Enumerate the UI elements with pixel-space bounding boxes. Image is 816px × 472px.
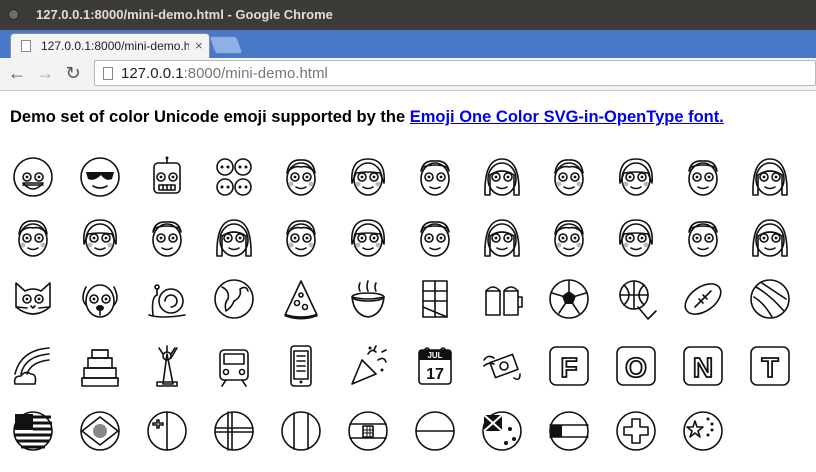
flag-br-icon (78, 409, 122, 453)
forward-button[interactable]: → (34, 62, 56, 84)
girl-icon (614, 155, 658, 199)
page-content: Demo set of color Unicode emoji supporte… (0, 91, 816, 472)
page-icon (103, 67, 113, 80)
girl-icon (346, 216, 390, 260)
rainbow-icon (11, 344, 55, 388)
woman-icon (748, 216, 792, 260)
svg-text:17: 17 (426, 366, 444, 383)
stew-icon (346, 277, 390, 321)
man-icon (145, 216, 189, 260)
flag-id-icon (413, 409, 457, 453)
woman-icon (748, 155, 792, 199)
boy-icon (547, 216, 591, 260)
volleyball-icon (748, 277, 792, 321)
party-popper-icon (346, 344, 390, 388)
page-heading: Demo set of color Unicode emoji supporte… (10, 108, 724, 127)
flag-hr-icon (346, 409, 390, 453)
girl-icon (78, 216, 122, 260)
page-favicon-icon (21, 40, 31, 52)
soccer-ball-icon (547, 277, 591, 321)
beer-mugs-icon (480, 277, 524, 321)
sunglasses-face-icon (78, 155, 122, 199)
robot-face-icon (145, 155, 189, 199)
money-wings-icon (480, 344, 524, 388)
boy-icon (279, 216, 323, 260)
train-icon (212, 344, 256, 388)
font-link[interactable]: Emoji One Color SVG-in-OpenType font. (410, 108, 724, 126)
cat-face-icon (11, 277, 55, 321)
flag-us-icon (11, 409, 55, 453)
svg-text:F: F (560, 352, 577, 383)
svg-text:O: O (625, 352, 647, 383)
back-button[interactable]: ← (6, 62, 28, 84)
flag-cn-icon (681, 409, 725, 453)
letter-t-icon: T (748, 344, 792, 388)
letter-o-icon: O (614, 344, 658, 388)
svg-text:JUL: JUL (427, 351, 442, 360)
tab-active[interactable]: 127.0.0.1:8000/mini-demo.html × (10, 33, 210, 59)
japanese-castle-icon (78, 344, 122, 388)
man-icon (681, 155, 725, 199)
url-host: 127.0.0.1 (121, 65, 184, 82)
grinning-face-icon (11, 155, 55, 199)
new-tab-button[interactable] (208, 36, 244, 54)
svg-text:T: T (761, 352, 778, 383)
boy-icon (11, 216, 55, 260)
man-icon (413, 155, 457, 199)
girl-icon (614, 216, 658, 260)
chocolate-bar-icon (413, 277, 457, 321)
football-icon (681, 277, 725, 321)
girl-icon (346, 155, 390, 199)
flag-nz-icon (480, 409, 524, 453)
letter-n-icon: N (681, 344, 725, 388)
url-rest: :8000/mini-demo.html (183, 65, 328, 82)
dog-face-icon (78, 277, 122, 321)
woman-icon (480, 155, 524, 199)
address-bar[interactable]: 127.0.0.1:8000/mini-demo.html (94, 60, 816, 86)
svg-text:N: N (693, 352, 713, 383)
tab-close-icon[interactable]: × (195, 38, 203, 53)
reload-button[interactable]: ↻ (62, 62, 84, 84)
globe-icon (212, 277, 256, 321)
pizza-icon (279, 277, 323, 321)
window-close-button[interactable] (8, 9, 19, 20)
window-titlebar: 127.0.0.1:8000/mini-demo.html - Google C… (0, 0, 816, 30)
statue-of-liberty-icon (145, 344, 189, 388)
snail-icon (145, 277, 189, 321)
boy-icon (547, 155, 591, 199)
browser-toolbar: ← → ↻ 127.0.0.1:8000/mini-demo.html (0, 58, 816, 91)
flag-mt-icon (145, 409, 189, 453)
tab-strip: 127.0.0.1:8000/mini-demo.html × (0, 30, 816, 59)
calendar-icon: JUL 17 (413, 344, 457, 388)
flag-dk-icon (212, 409, 256, 453)
heading-text: Demo set of color Unicode emoji supporte… (10, 108, 410, 126)
family-icon (212, 155, 256, 199)
man-icon (413, 216, 457, 260)
boy-icon (279, 155, 323, 199)
flag-ae-icon (547, 409, 591, 453)
letter-f-icon: F (547, 344, 591, 388)
address-url: 127.0.0.1:8000/mini-demo.html (121, 65, 328, 82)
window-title: 127.0.0.1:8000/mini-demo.html - Google C… (36, 7, 333, 22)
basketball-icon (614, 277, 658, 321)
flag-it-icon (279, 409, 323, 453)
mobile-phone-icon (279, 344, 323, 388)
woman-icon (480, 216, 524, 260)
woman-icon (212, 216, 256, 260)
tab-title: 127.0.0.1:8000/mini-demo.html (41, 39, 189, 53)
man-icon (681, 216, 725, 260)
flag-ch-icon (614, 409, 658, 453)
